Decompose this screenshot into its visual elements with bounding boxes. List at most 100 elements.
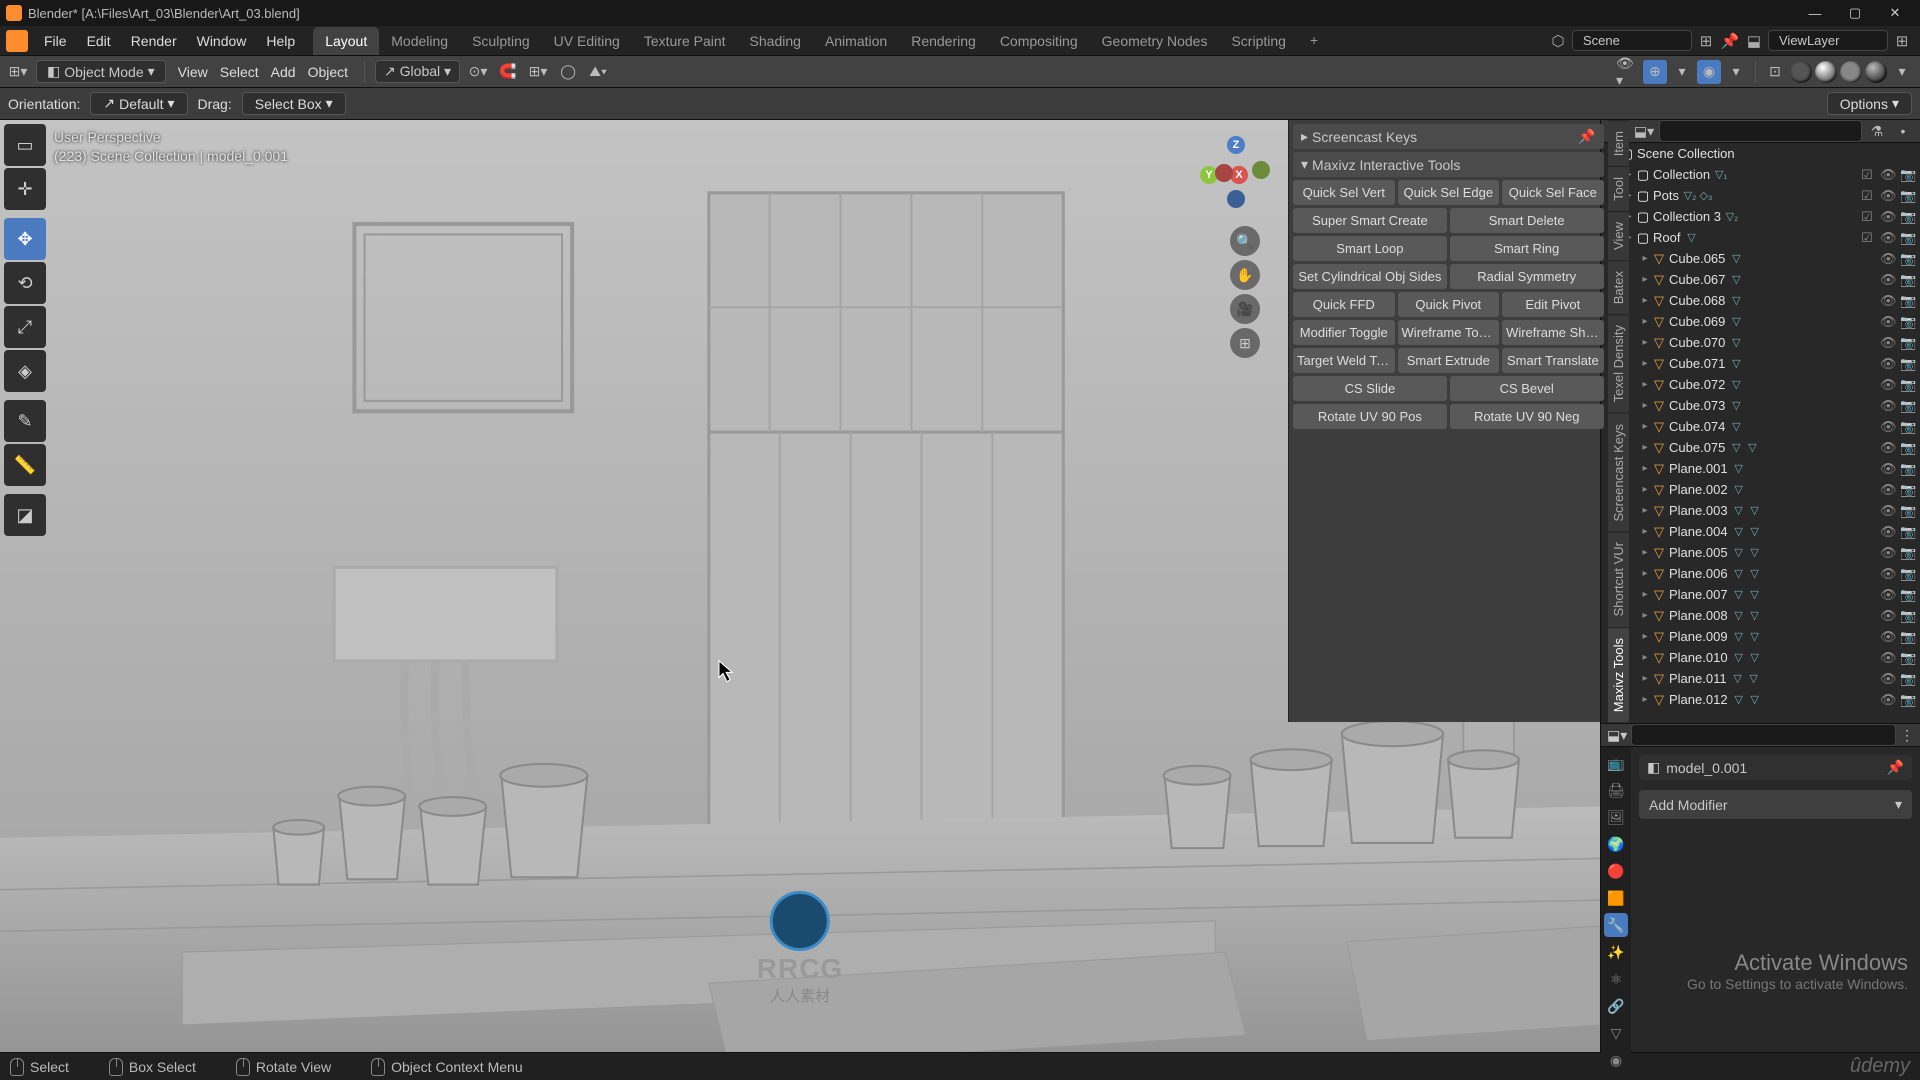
- shading-rendered-icon[interactable]: [1865, 61, 1887, 83]
- transform-tool[interactable]: ◈: [4, 350, 46, 392]
- tool-btn-target-weld-to-[interactable]: Target Weld To...: [1293, 348, 1395, 373]
- outliner-row-cube-071[interactable]: ▸▽Cube.071▽👁📷: [1601, 353, 1920, 374]
- outliner-tree[interactable]: ▾▢Scene Collection▸▢Collection▽₁☑👁📷▸▢Pot…: [1601, 143, 1920, 723]
- outliner-row-scene-collection[interactable]: ▾▢Scene Collection: [1601, 143, 1920, 164]
- pin-scene-icon[interactable]: 📌: [1720, 31, 1740, 51]
- outliner-row-plane-012[interactable]: ▸▽Plane.012▽▽👁📷: [1601, 689, 1920, 710]
- prop-tab-particles[interactable]: ✨: [1604, 940, 1628, 964]
- tool-btn-super-smart-create[interactable]: Super Smart Create: [1293, 208, 1447, 233]
- new-viewlayer-icon[interactable]: ⊞: [1892, 31, 1912, 51]
- tab-shading[interactable]: Shading: [738, 27, 813, 55]
- tool-btn-smart-extrude[interactable]: Smart Extrude: [1398, 348, 1500, 373]
- tool-btn-rotate-uv-90-pos[interactable]: Rotate UV 90 Pos: [1293, 404, 1447, 429]
- annotate-tool[interactable]: ✎: [4, 400, 46, 442]
- shading-solid-icon[interactable]: [1815, 61, 1837, 83]
- pan-icon[interactable]: ✋: [1230, 260, 1260, 290]
- tool-btn-smart-loop[interactable]: Smart Loop: [1293, 236, 1447, 261]
- prop-tab-data[interactable]: ▽: [1604, 1021, 1628, 1045]
- tool-btn-cs-slide[interactable]: CS Slide: [1293, 376, 1447, 401]
- prop-tab-world[interactable]: 🔴: [1604, 859, 1628, 883]
- gizmo-toggle-icon[interactable]: ⊕: [1643, 60, 1667, 84]
- mode-dropdown[interactable]: ◧ Object Mode ▾: [36, 60, 166, 83]
- prop-tab-constraints[interactable]: 🔗: [1604, 994, 1628, 1018]
- tab-layout[interactable]: Layout: [313, 27, 379, 55]
- outliner-row-cube-073[interactable]: ▸▽Cube.073▽👁📷: [1601, 395, 1920, 416]
- transform-orientation-dropdown[interactable]: ↗ Global ▾: [375, 60, 460, 83]
- viewport-menu-object[interactable]: Object: [302, 64, 354, 80]
- tab-texture-paint[interactable]: Texture Paint: [632, 27, 738, 55]
- add-workspace-button[interactable]: +: [1298, 26, 1330, 55]
- orbit-gizmo[interactable]: Z Y X: [1200, 136, 1272, 208]
- snap-options-icon[interactable]: ⊞▾: [526, 60, 550, 84]
- drag-dropdown[interactable]: Select Box ▾: [242, 92, 346, 115]
- outliner-row-cube-069[interactable]: ▸▽Cube.069▽👁📷: [1601, 311, 1920, 332]
- new-scene-icon[interactable]: ⊞: [1696, 31, 1716, 51]
- tool-btn-smart-delete[interactable]: Smart Delete: [1450, 208, 1604, 233]
- tool-btn-set-cylindrical-obj-sides[interactable]: Set Cylindrical Obj Sides: [1293, 264, 1447, 289]
- npanel-tab-batex[interactable]: Batex: [1608, 260, 1629, 314]
- tab-modeling[interactable]: Modeling: [379, 27, 460, 55]
- outliner-row-plane-004[interactable]: ▸▽Plane.004▽▽👁📷: [1601, 521, 1920, 542]
- menu-render[interactable]: Render: [121, 33, 187, 49]
- outliner-row-plane-009[interactable]: ▸▽Plane.009▽▽👁📷: [1601, 626, 1920, 647]
- outliner-row-cube-075[interactable]: ▸▽Cube.075▽▽👁📷: [1601, 437, 1920, 458]
- properties-options-icon[interactable]: ⋮: [1900, 727, 1914, 744]
- tool-btn-quick-ffd[interactable]: Quick FFD: [1293, 292, 1395, 317]
- tab-scripting[interactable]: Scripting: [1219, 27, 1297, 55]
- axis-neg-z-icon[interactable]: [1227, 190, 1245, 208]
- maximize-button[interactable]: ▢: [1836, 2, 1874, 24]
- add-primitive-tool[interactable]: ◪: [4, 494, 46, 536]
- properties-editor-icon[interactable]: ⬓▾: [1607, 727, 1627, 744]
- tab-rendering[interactable]: Rendering: [899, 27, 988, 55]
- npanel-tab-tool[interactable]: Tool: [1608, 166, 1629, 211]
- cursor-tool[interactable]: ✛: [4, 168, 46, 210]
- add-modifier-dropdown[interactable]: Add Modifier▾: [1639, 790, 1912, 819]
- outliner-row-cube-072[interactable]: ▸▽Cube.072▽👁📷: [1601, 374, 1920, 395]
- tool-btn-radial-symmetry[interactable]: Radial Symmetry: [1450, 264, 1604, 289]
- xray-icon[interactable]: ⊡: [1763, 60, 1787, 84]
- options-dropdown[interactable]: Options ▾: [1827, 92, 1912, 115]
- outliner-row-plane-003[interactable]: ▸▽Plane.003▽▽👁📷: [1601, 500, 1920, 521]
- npanel-tab-item[interactable]: Item: [1608, 120, 1629, 166]
- tab-geometry-nodes[interactable]: Geometry Nodes: [1090, 27, 1220, 55]
- outliner-row-plane-005[interactable]: ▸▽Plane.005▽▽👁📷: [1601, 542, 1920, 563]
- tab-animation[interactable]: Animation: [813, 27, 899, 55]
- tab-sculpting[interactable]: Sculpting: [460, 27, 542, 55]
- tool-btn-quick-sel-vert[interactable]: Quick Sel Vert: [1293, 180, 1395, 205]
- viewport-menu-add[interactable]: Add: [265, 64, 302, 80]
- outliner-search-input[interactable]: [1659, 120, 1862, 142]
- outliner-row-plane-001[interactable]: ▸▽Plane.001▽👁📷: [1601, 458, 1920, 479]
- move-tool[interactable]: ✥: [4, 218, 46, 260]
- overlay-options-icon[interactable]: ▾: [1724, 60, 1748, 84]
- outliner-row-cube-067[interactable]: ▸▽Cube.067▽👁📷: [1601, 269, 1920, 290]
- tool-btn-quick-sel-face[interactable]: Quick Sel Face: [1502, 180, 1604, 205]
- tool-btn-rotate-uv-90-neg[interactable]: Rotate UV 90 Neg: [1450, 404, 1604, 429]
- rotate-tool[interactable]: ⟲: [4, 262, 46, 304]
- measure-tool[interactable]: 📏: [4, 444, 46, 486]
- prop-tab-modifier[interactable]: 🔧: [1604, 913, 1628, 937]
- scene-field[interactable]: Scene: [1572, 30, 1692, 51]
- tool-btn-quick-sel-edge[interactable]: Quick Sel Edge: [1398, 180, 1500, 205]
- outliner-row-roof[interactable]: ▸▢Roof▽☑👁📷: [1601, 227, 1920, 248]
- viewlayer-field[interactable]: ViewLayer: [1768, 30, 1888, 51]
- panel-header-screencast[interactable]: ▸ Screencast Keys📌: [1293, 124, 1604, 149]
- outliner-row-cube-074[interactable]: ▸▽Cube.074▽👁📷: [1601, 416, 1920, 437]
- editor-type-icon[interactable]: ⊞▾: [6, 60, 30, 84]
- proportional-edit-icon[interactable]: ◯: [556, 60, 580, 84]
- outliner-row-plane-007[interactable]: ▸▽Plane.007▽▽👁📷: [1601, 584, 1920, 605]
- visibility-icon[interactable]: 👁▾: [1616, 60, 1640, 84]
- prop-tab-render[interactable]: 📺: [1604, 751, 1628, 775]
- menu-edit[interactable]: Edit: [77, 33, 121, 49]
- outliner-row-plane-006[interactable]: ▸▽Plane.006▽▽👁📷: [1601, 563, 1920, 584]
- menu-window[interactable]: Window: [187, 33, 257, 49]
- tool-btn-edit-pivot[interactable]: Edit Pivot: [1502, 292, 1604, 317]
- shading-matprev-icon[interactable]: [1840, 61, 1862, 83]
- tool-btn-smart-translate[interactable]: Smart Translate: [1502, 348, 1604, 373]
- prop-tab-scene[interactable]: 🌍: [1604, 832, 1628, 856]
- outliner-display-icon[interactable]: ⬓▾: [1633, 120, 1655, 142]
- outliner-row-cube-065[interactable]: ▸▽Cube.065▽👁📷: [1601, 248, 1920, 269]
- overlay-toggle-icon[interactable]: ◉: [1697, 60, 1721, 84]
- viewlayer-icon[interactable]: ⬓: [1744, 31, 1764, 51]
- outliner-filter-icon[interactable]: ⚗: [1866, 120, 1888, 142]
- tool-btn-smart-ring[interactable]: Smart Ring: [1450, 236, 1604, 261]
